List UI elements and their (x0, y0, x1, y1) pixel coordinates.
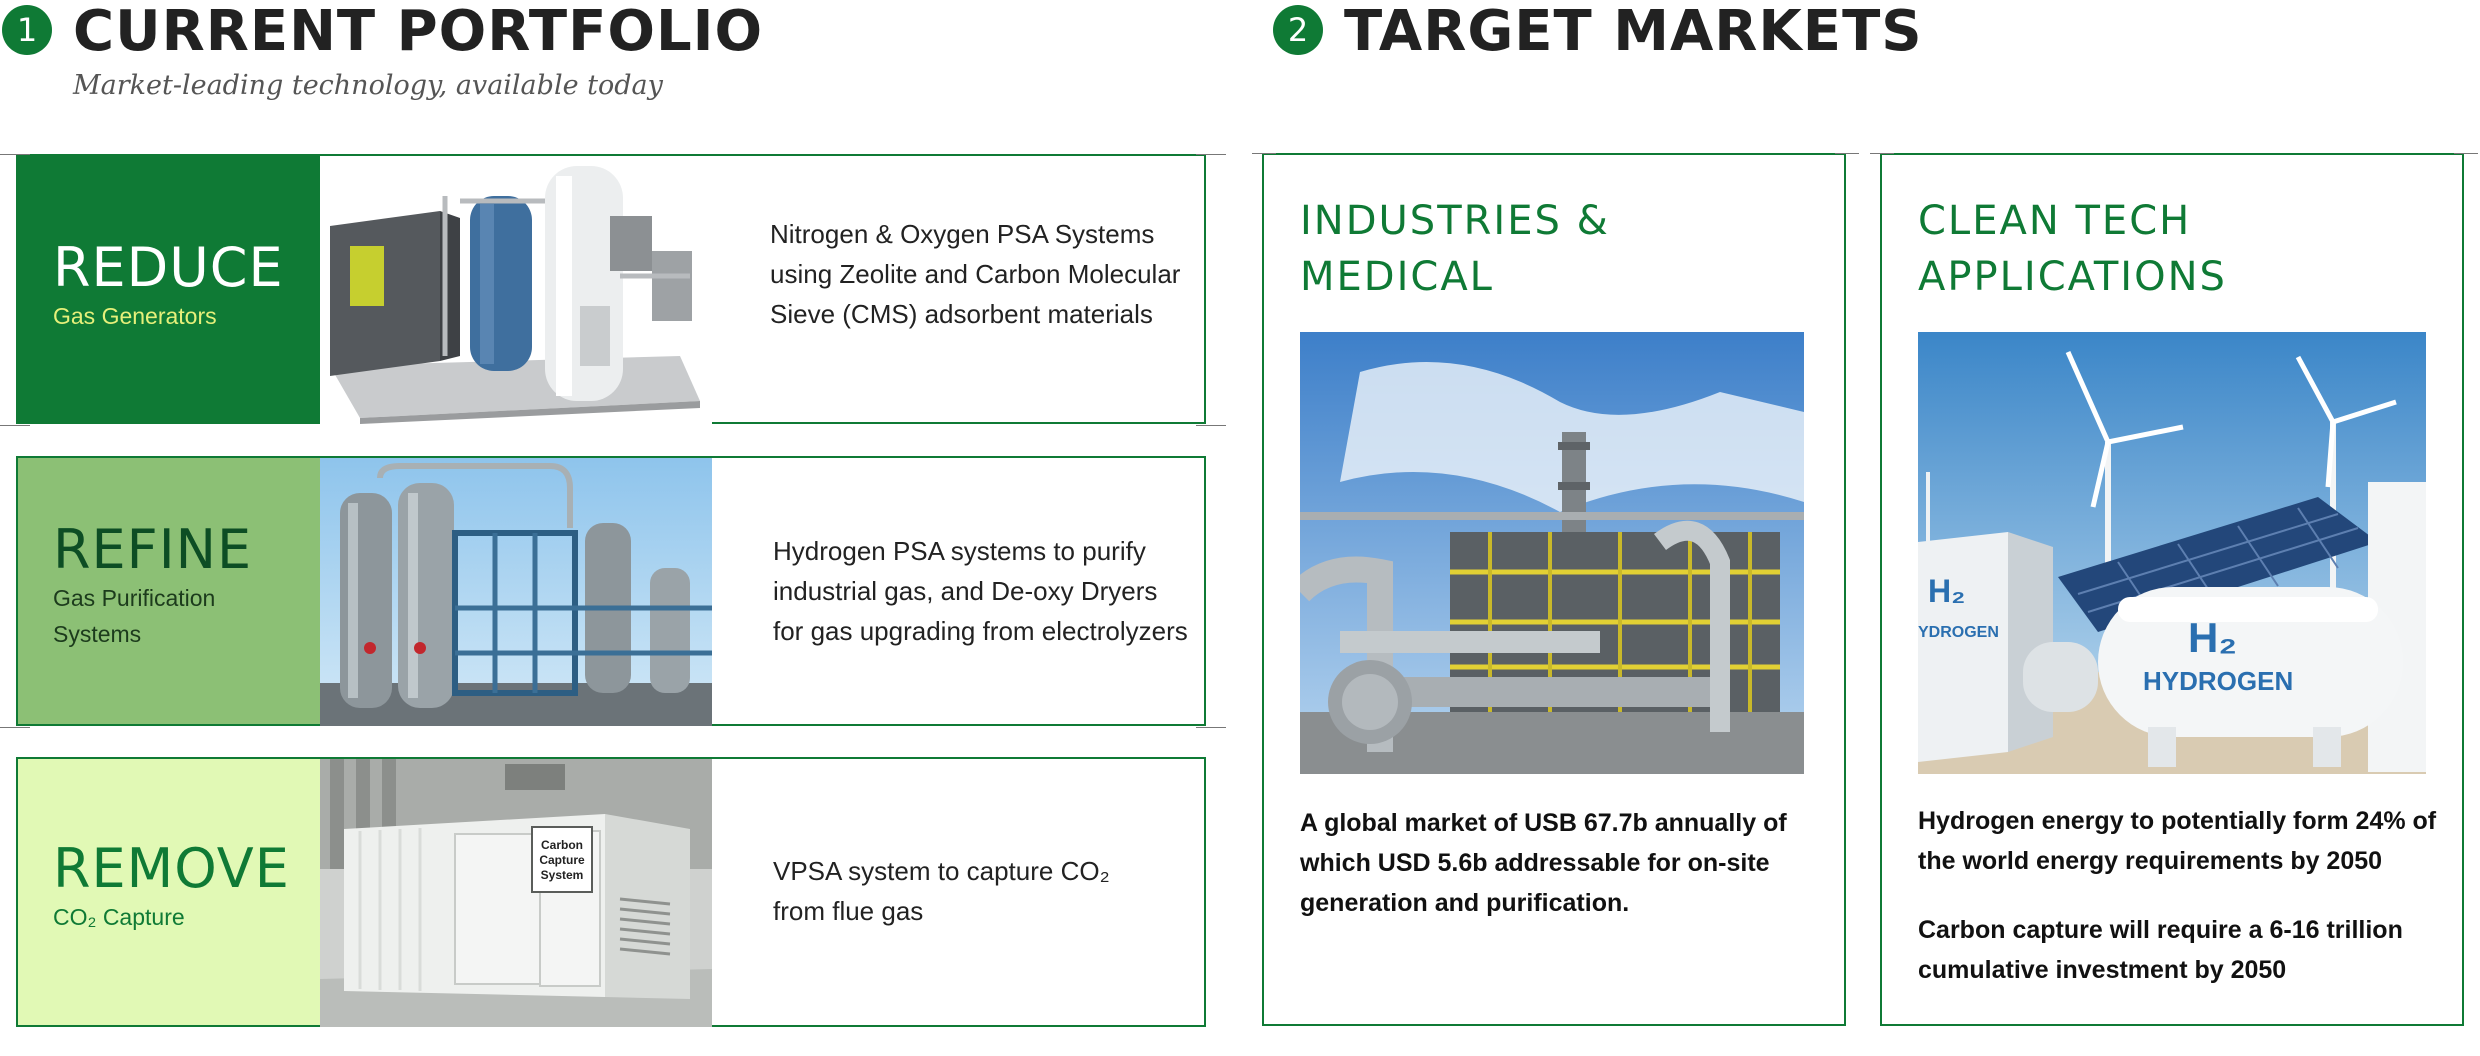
crop-mark (1252, 153, 1276, 154)
remove-label-block: REMOVE CO₂ Capture (18, 759, 320, 1025)
carbon-capture-container-photo: Carbon Capture System (320, 759, 712, 1027)
crop-mark (1835, 153, 1859, 154)
crop-mark (1196, 154, 1226, 155)
markets-title: TARGET MARKETS (1344, 0, 1923, 64)
cleantech-card-text-1: Hydrogen energy to potentially form 24% … (1918, 807, 2437, 875)
refine-subtitle: Gas Purification Systems (53, 585, 216, 647)
portfolio-subtitle: Market-leading technology, available tod… (73, 70, 663, 101)
industries-card-text: A global market of USB 67.7b annually of… (1300, 809, 1787, 917)
container-label-line-3: System (541, 868, 584, 882)
container-label-line-2: Capture (539, 853, 585, 867)
refine-label-block: REFINE Gas Purification Systems (18, 458, 320, 724)
portfolio-row-remove: REMOVE CO₂ Capture Carbon Capture System (16, 757, 1206, 1027)
reduce-description: Nitrogen & Oxygen PSA Systems using Zeol… (770, 219, 1181, 329)
section-number-badge: 1 (2, 5, 52, 55)
portfolio-row-reduce: REDUCE Gas Generators Nitrogen & Oxygen … (16, 154, 1206, 424)
cleantech-card-text-2: Carbon capture will require a 6-16 trill… (1918, 916, 2403, 984)
tank-h2-label: H₂ (2188, 614, 2237, 661)
portfolio-row-refine: REFINE Gas Purification Systems Hydrogen… (16, 456, 1206, 726)
reduce-subtitle: Gas Generators (53, 303, 217, 329)
remove-description: VPSA system to capture CO₂ from flue gas (773, 856, 1110, 926)
market-card-industries: INDUSTRIES & MEDICAL A global market of … (1262, 153, 1846, 1026)
market-card-cleantech: CLEAN TECH APPLICATIONS H₂ YDROGEN H₂ HY… (1880, 153, 2464, 1026)
crop-mark (2454, 153, 2478, 154)
crop-mark (1196, 727, 1226, 728)
crop-mark (0, 154, 30, 155)
remove-title: REMOVE (53, 837, 290, 900)
crop-mark (1870, 153, 1894, 154)
refine-title: REFINE (53, 518, 253, 581)
industries-card-title: INDUSTRIES & MEDICAL (1300, 198, 1610, 300)
crop-mark (1196, 425, 1226, 426)
gas-generator-photo (320, 156, 712, 424)
portfolio-title: CURRENT PORTFOLIO (73, 0, 764, 64)
tank-hydrogen-label: HYDROGEN (2143, 666, 2293, 696)
hydrogen-wind-solar-photo: H₂ YDROGEN H₂ HYDROGEN (1918, 332, 2426, 774)
crop-mark (0, 425, 30, 426)
section-number-badge: 2 (1273, 5, 1323, 55)
refine-description: Hydrogen PSA systems to purify industria… (773, 536, 1188, 646)
hydrogen-psa-photo (320, 458, 712, 726)
refinery-photo (1290, 332, 1804, 774)
remove-subtitle: CO₂ Capture (53, 904, 185, 930)
reduce-label-block: REDUCE Gas Generators (18, 156, 320, 422)
building-h2-label: H₂ (1928, 573, 1965, 609)
container-label-line-1: Carbon (541, 838, 583, 852)
building-hydrogen-label: YDROGEN (1918, 624, 1999, 641)
reduce-title: REDUCE (53, 236, 284, 299)
cleantech-card-title: CLEAN TECH APPLICATIONS (1918, 198, 2227, 300)
crop-mark (0, 727, 30, 728)
